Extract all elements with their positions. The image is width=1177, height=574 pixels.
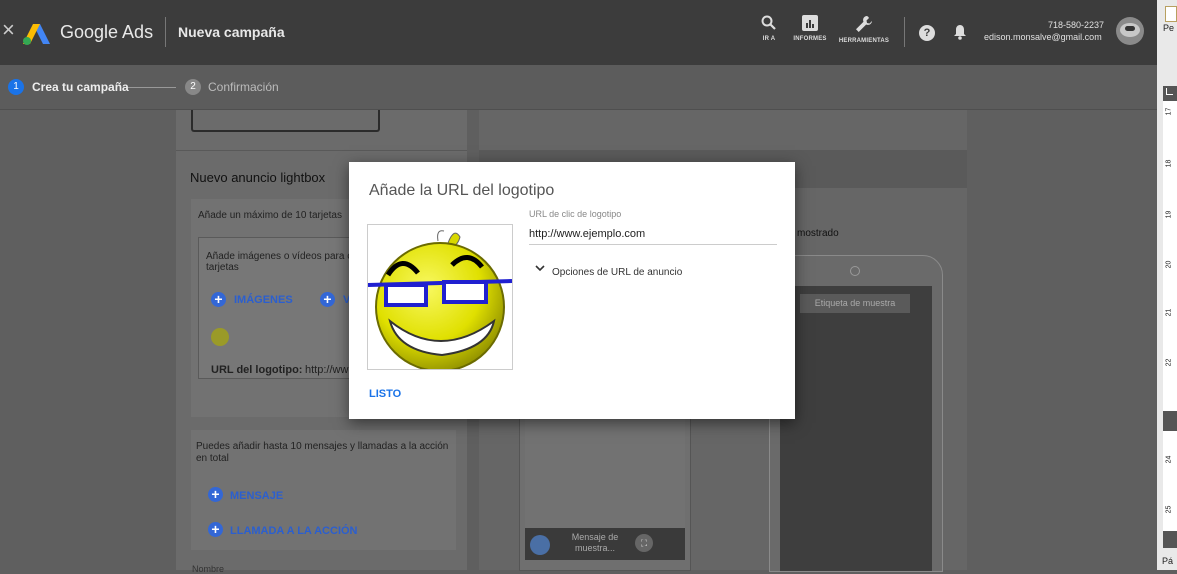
name-field-label: Nombre	[192, 564, 225, 574]
ruler-mark: 20	[1165, 260, 1173, 269]
reports-button[interactable]: INFORMES	[790, 15, 830, 55]
account-phone[interactable]: 718-580-2237	[1048, 20, 1104, 30]
logo-url-label: URL del logotipo:	[211, 364, 303, 376]
divider	[176, 150, 467, 151]
section-title: Nuevo anuncio lightbox	[190, 170, 326, 185]
side-bottom-text: Pá	[1162, 556, 1174, 566]
side-top-text: Pe	[1163, 23, 1175, 33]
ruler-mark: 18	[1165, 159, 1173, 168]
logo-url-field-label: URL de clic de logotipo	[529, 209, 622, 219]
chevron-down-icon[interactable]	[535, 265, 545, 272]
ruler-page-area	[1163, 431, 1177, 531]
add-message-icon: +	[208, 487, 223, 502]
phone-preview-2: Etiqueta de muestra	[769, 255, 943, 572]
top-app-bar: × Google Ads Nueva campaña IR A INFORMES…	[0, 0, 1157, 65]
step-2-label[interactable]: Confirmación	[208, 80, 279, 94]
side-ruler-panel: Pe 17 18 19 20 21 22 24 25 Pá	[1157, 0, 1177, 570]
done-button[interactable]: LISTO	[369, 388, 401, 400]
tools-button[interactable]: HERRAMIENTAS	[836, 15, 892, 55]
logo-thumbnail[interactable]	[211, 328, 229, 346]
sample-label-button[interactable]: Etiqueta de muestra	[800, 294, 910, 313]
add-images-icon: +	[211, 292, 226, 307]
logo-url-dialog: Añade la URL del logotipo URL de clic de…	[349, 162, 795, 419]
max-cards-text: Añade un máximo de 10 tarjetas	[198, 210, 342, 221]
phone-screen-1	[525, 410, 685, 528]
search-icon	[761, 15, 776, 30]
ad-url-options-toggle[interactable]: Opciones de URL de anuncio	[552, 267, 682, 278]
campaign-stepper: 1 Crea tu campaña 2 Confirmación	[0, 65, 1157, 110]
divider	[904, 17, 905, 47]
messages-hint: Puedes añadir hasta 10 mensajes y llamad…	[196, 441, 449, 464]
logo-preview-image	[367, 224, 513, 370]
avatar[interactable]	[1116, 17, 1144, 45]
ruler-mark: 19	[1165, 210, 1173, 219]
ruler-corner	[1166, 88, 1173, 95]
app-name[interactable]: Google Ads	[60, 22, 153, 43]
add-cta-button[interactable]: LLAMADA A LA ACCIÓN	[230, 525, 358, 537]
step-1-label[interactable]: Crea tu campaña	[32, 80, 129, 94]
ruler-mark: 22	[1165, 358, 1173, 367]
logo-url-value: http://ww	[305, 364, 349, 376]
add-cta-icon: +	[208, 522, 223, 537]
phone-screen-2: Etiqueta de muestra	[780, 286, 932, 571]
messages-section: Puedes añadir hasta 10 mensajes y llamad…	[191, 430, 456, 550]
tools-icon	[856, 16, 872, 32]
phone-camera	[850, 266, 860, 276]
notifications-bell-icon[interactable]	[953, 24, 967, 40]
close-icon[interactable]: ×	[2, 17, 15, 43]
ruler-mark: 17	[1165, 107, 1173, 116]
add-media-hint: Añade imágenes o vídeos para c tarjetas	[206, 251, 353, 273]
step-1-number: 1	[8, 79, 24, 95]
tools-label: HERRAMIENTAS	[838, 38, 890, 44]
help-icon[interactable]: ?	[919, 25, 935, 41]
message-bar: Mensaje de muestra... ⛶	[525, 528, 685, 560]
ruler-mark: 21	[1165, 308, 1173, 317]
ruler-mark: 25	[1165, 505, 1173, 514]
ruler-mark: 24	[1165, 455, 1173, 464]
account-email[interactable]: edison.monsalve@gmail.com	[984, 32, 1102, 42]
page-icon	[1165, 6, 1177, 22]
reports-label: INFORMES	[793, 36, 827, 42]
add-images-button[interactable]: IMÁGENES	[234, 294, 293, 306]
previous-field-box	[191, 110, 380, 132]
vertical-ruler: 17 18 19 20 21 22 24 25	[1163, 86, 1177, 548]
input-underline	[529, 244, 777, 245]
sample-logo-icon	[530, 535, 550, 555]
campaign-title: Nueva campaña	[178, 24, 285, 40]
reports-icon	[802, 15, 818, 31]
logo-url-input[interactable]: http://www.ejemplo.com	[529, 228, 645, 240]
dialog-title: Añade la URL del logotipo	[369, 182, 555, 199]
divider	[165, 17, 166, 47]
goto-button[interactable]: IR A	[755, 15, 783, 55]
google-ads-logo-icon	[23, 24, 50, 45]
step-connector	[128, 87, 176, 88]
add-video-icon: +	[320, 292, 335, 307]
phone-preview-1: Mensaje de muestra... ⛶	[519, 410, 691, 571]
add-message-button[interactable]: MENSAJE	[230, 490, 283, 502]
goto-label: IR A	[762, 36, 776, 42]
shown-label: mostrado	[797, 228, 839, 239]
step-2-number: 2	[185, 79, 201, 95]
sample-message: Mensaje de muestra...	[571, 532, 619, 553]
expand-icon[interactable]: ⛶	[635, 534, 653, 552]
